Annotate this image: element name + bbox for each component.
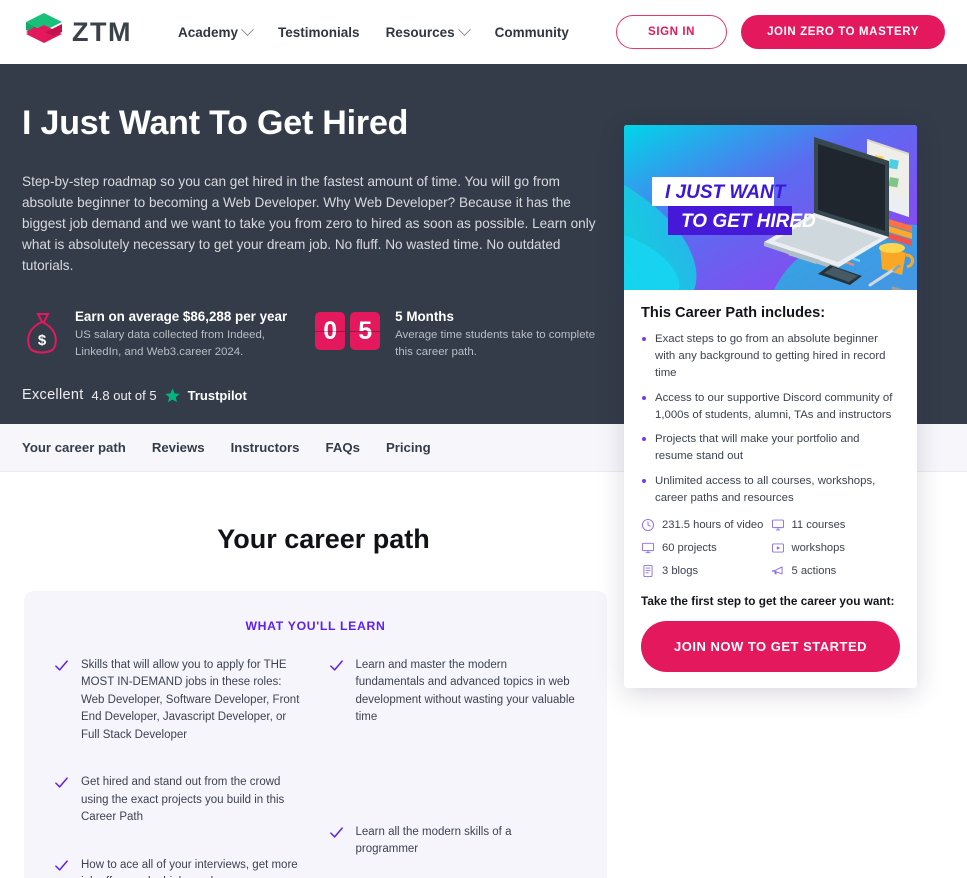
duration-digits: 0 5 [315, 309, 381, 351]
duration-digit-0: 0 [315, 312, 346, 351]
stat-label: 231.5 hours of video [662, 518, 764, 531]
check-icon [55, 860, 68, 871]
salary-stat: $ Earn on average $86,288 per year US sa… [22, 309, 287, 360]
learn-text: Learn all the modern skills of a program… [355, 825, 512, 856]
stat-projects: 60 projects [641, 541, 771, 555]
card-body: This Career Path includes: Exact steps t… [624, 290, 917, 688]
list-item: Unlimited access to all courses, worksho… [641, 473, 900, 507]
logo-text: ZTM [72, 16, 132, 47]
stat-label: 5 actions [791, 564, 837, 577]
hero-stats: $ Earn on average $86,288 per year US sa… [22, 309, 622, 360]
nav-item-testimonials[interactable]: Testimonials [278, 25, 360, 40]
star-icon [164, 388, 180, 403]
duration-title: 5 Months [395, 309, 454, 325]
clock-icon [641, 518, 655, 531]
list-item: Get hired and stand out from the crowd u… [54, 774, 303, 826]
learn-text: Get hired and stand out from the crowd u… [81, 776, 285, 824]
salary-title: Earn on average $86,288 per year [75, 309, 288, 325]
nav-label: Testimonials [278, 24, 360, 40]
nav-item-academy[interactable]: Academy [177, 22, 254, 40]
list-item: Skills that will allow you to apply for … [54, 657, 303, 744]
check-icon [329, 827, 343, 838]
chevron-down-icon [241, 22, 254, 36]
play-icon [771, 543, 784, 553]
salary-subtitle: US salary data collected from Indeed, Li… [75, 329, 265, 358]
money-bag-icon: $ [27, 313, 57, 354]
stat-blogs: 3 blogs [641, 564, 771, 578]
nav-label: Community [494, 24, 569, 40]
hero-content: I Just Want To Get Hired Step-by-step ro… [22, 104, 622, 403]
list-item: Learn all the modern skills of a program… [329, 824, 578, 859]
trustpilot-score: 4.8 out of 5 [91, 387, 157, 403]
duration-subtitle: Average time students take to complete t… [395, 329, 596, 358]
learn-text: Skills that will allow you to apply for … [81, 659, 300, 741]
learn-text: Learn and master the modern fundamentals… [355, 659, 575, 724]
nav-item-community[interactable]: Community [495, 25, 569, 40]
stat-workshops: workshops [771, 541, 901, 555]
trustpilot-word: Excellent [22, 387, 84, 404]
svg-text:$: $ [38, 332, 47, 349]
card-heading: This Career Path includes: [641, 305, 826, 321]
stat-label: workshops [791, 541, 845, 554]
join-ztm-button[interactable]: JOIN ZERO TO MASTERY [741, 15, 945, 49]
chevron-down-icon [457, 22, 471, 36]
sign-in-button[interactable]: SIGN IN [616, 15, 728, 49]
subnav-item-your-career-path[interactable]: Your career path [22, 440, 126, 455]
hero-description: Step-by-step roadmap so you can get hire… [22, 174, 596, 274]
subnav-item-pricing[interactable]: Pricing [386, 440, 431, 455]
stat-actions: 5 actions [771, 564, 901, 578]
main-nav: Academy Testimonials Resources Community [177, 22, 569, 40]
courses-icon [771, 519, 784, 531]
megaphone-icon [771, 566, 783, 575]
learn-kicker: WHAT YOU'LL LEARN [245, 619, 386, 633]
site-header: ZTM Academy Testimonials Resources Commu… [0, 0, 967, 64]
list-item: How to ace all of your interviews, get m… [54, 857, 303, 878]
trustpilot-brand: Trustpilot [187, 387, 247, 403]
list-item: Exact steps to go from an absolute begin… [641, 331, 900, 382]
card-cta-label: Take the first step to get the career yo… [641, 593, 895, 608]
nav-label: Resources [385, 24, 455, 40]
subnav-item-instructors[interactable]: Instructors [231, 440, 300, 455]
list-item: Projects that will make your portfolio a… [641, 431, 900, 465]
hero-section: I Just Want To Get Hired Step-by-step ro… [0, 64, 967, 688]
check-icon [55, 660, 68, 671]
check-icon [329, 660, 343, 671]
section-title: Your career path [217, 524, 430, 554]
card-stats: 231.5 hours of video 11 courses 60 proje… [641, 518, 900, 578]
subnav-item-reviews[interactable]: Reviews [152, 440, 205, 455]
ztm-logo-icon [26, 13, 62, 43]
learn-grid: Skills that will allow you to apply for … [54, 657, 577, 878]
learn-column-right: Learn and master the modern fundamentals… [329, 657, 578, 878]
duration-digit-1: 5 [350, 312, 381, 351]
stat-label: 3 blogs [662, 564, 699, 577]
learn-text: How to ace all of your interviews, get m… [81, 858, 298, 878]
monitor-icon [641, 542, 655, 554]
stat-label: 11 courses [791, 518, 846, 531]
list-item: Access to our supportive Discord communi… [641, 390, 900, 424]
stat-courses: 11 courses [771, 518, 901, 532]
page-title: I Just Want To Get Hired [22, 104, 409, 142]
check-icon [55, 777, 68, 788]
join-now-button[interactable]: JOIN NOW TO GET STARTED [641, 620, 900, 672]
card-banner-image: I JUST WANT TO GET HIRED [624, 125, 917, 290]
trustpilot-rating[interactable]: Excellent 4.8 out of 5 Trustpilot [22, 387, 622, 403]
banner-line1: I JUST WANT [665, 182, 787, 203]
duration-stat: 0 5 5 Months Average time students take … [315, 309, 600, 360]
nav-label: Academy [177, 24, 239, 40]
stat-hours-of-video: 231.5 hours of video [641, 518, 771, 532]
stat-label: 60 projects [662, 541, 717, 554]
subnav-item-faqs[interactable]: FAQs [326, 440, 360, 455]
list-item: Learn and master the modern fundamentals… [329, 657, 578, 727]
laptop-illustration: I JUST WANT TO GET HIRED [624, 125, 917, 290]
header-actions: SIGN IN JOIN ZERO TO MASTERY [616, 15, 945, 49]
card-includes-list: Exact steps to go from an absolute begin… [641, 331, 900, 507]
what-youll-learn-panel: WHAT YOU'LL LEARN Skills that will allow… [24, 591, 607, 878]
document-icon [643, 564, 653, 577]
learn-column-left: Skills that will allow you to apply for … [54, 657, 303, 878]
career-path-card: I JUST WANT TO GET HIRED This Career Pat… [624, 125, 917, 688]
banner-line2: TO GET HIRED [681, 211, 816, 232]
nav-item-resources[interactable]: Resources [385, 22, 471, 40]
logo[interactable]: ZTM [22, 11, 132, 53]
